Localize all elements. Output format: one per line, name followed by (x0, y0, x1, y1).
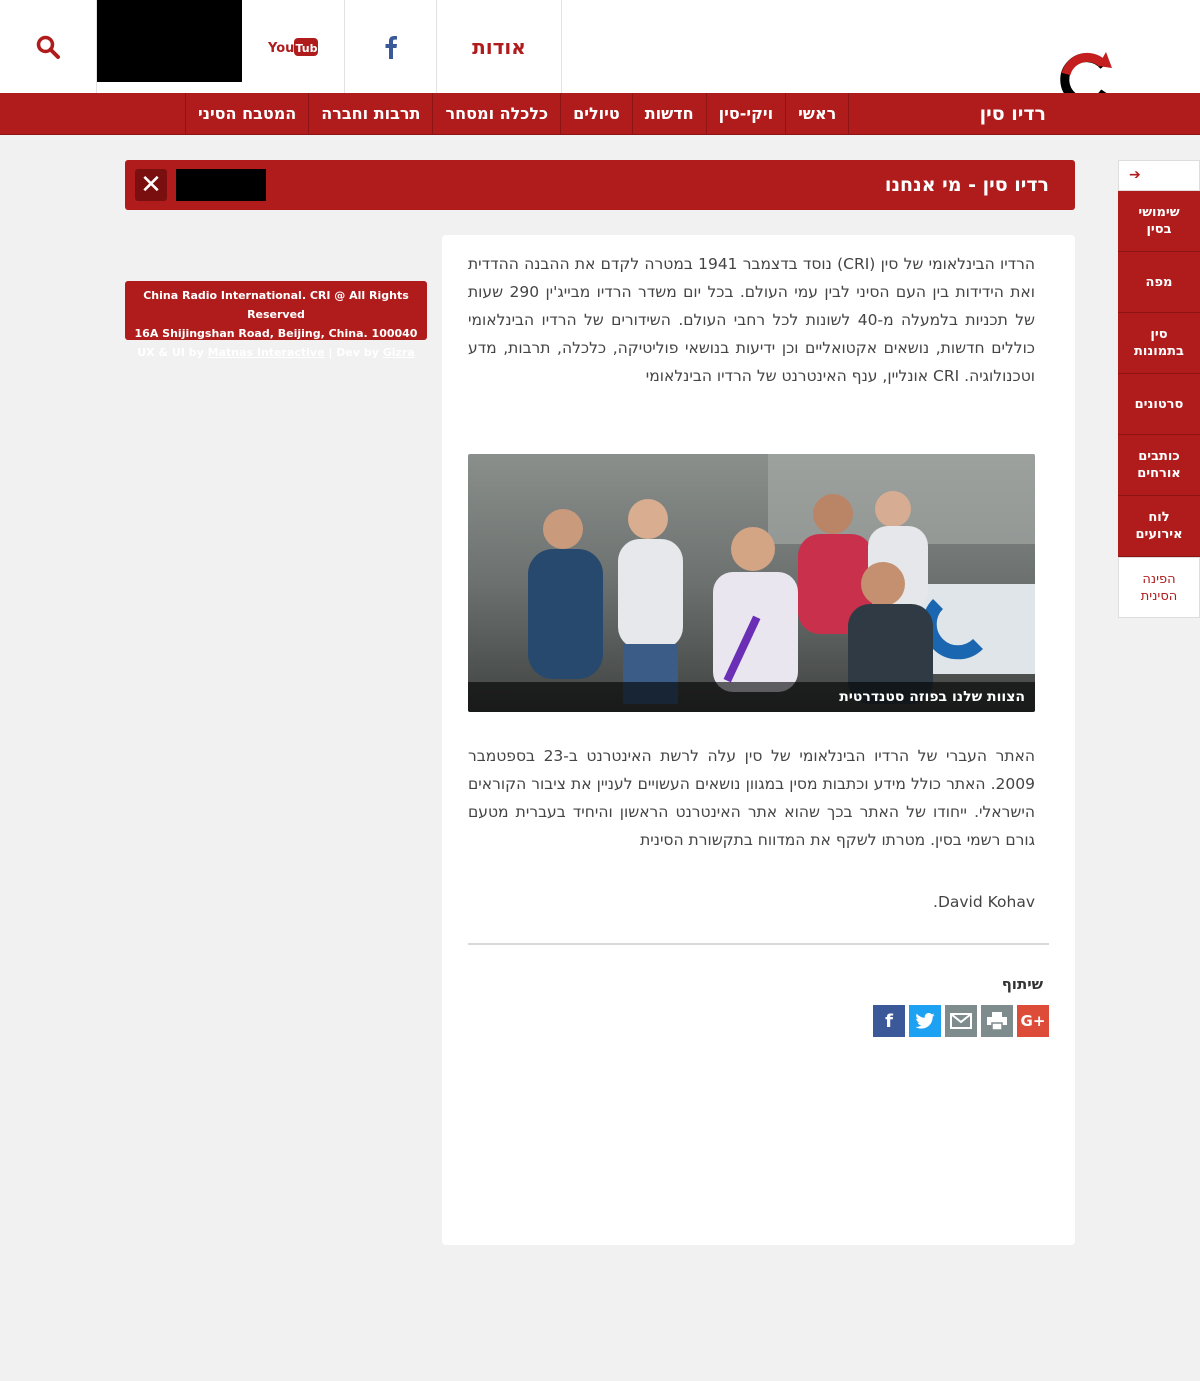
email-icon (950, 1013, 972, 1029)
facebook-icon (385, 35, 397, 59)
redacted-block (97, 0, 242, 82)
side-item-photos[interactable]: סין בתמונות (1118, 313, 1200, 374)
top-bar: You Tube אודות (0, 0, 1200, 107)
share-label: שיתוף (1001, 975, 1043, 993)
side-menu-toggle[interactable]: ➔ (1118, 160, 1200, 191)
facebook-link[interactable] (345, 0, 437, 93)
credits-line3: UX & UI by Matnas Interactive | Dev by G… (125, 343, 427, 362)
credits-prefix: UX & UI by (137, 346, 208, 359)
share-email-button[interactable] (945, 1005, 977, 1037)
page-title-bar: רדיו סין - מי אנחנו ✕ (125, 160, 1075, 210)
side-item-guest-writers[interactable]: כותבים אורחים (1118, 435, 1200, 496)
print-icon (987, 1012, 1007, 1030)
nav-item-home[interactable]: ראשי (785, 93, 850, 135)
arrow-right-icon: ➔ (1129, 167, 1141, 183)
redacted-block (176, 169, 266, 201)
svg-text:You: You (268, 41, 294, 56)
team-photo-image (468, 454, 1035, 712)
nav-item-economy[interactable]: כלכלה ומסחר (432, 93, 560, 135)
about-site-paragraph: האתר העברי של הרדיו הבינלאומי של סין עלה… (468, 747, 1035, 849)
team-photo: הצוות שלנו בפוזה סטנדרטית (468, 454, 1035, 712)
side-item-chinese-corner[interactable]: הפינה הסינית (1118, 557, 1200, 618)
youtube-link[interactable]: You Tube (242, 0, 345, 93)
svg-text:Tube: Tube (296, 42, 319, 55)
youtube-icon: You Tube (268, 37, 319, 56)
photo-caption: הצוות שלנו בפוזה סטנדרטית (468, 682, 1035, 712)
credits-mid: | Dev by (324, 346, 383, 359)
nav-item-culture[interactable]: תרבות וחברה (308, 93, 432, 135)
gizra-link[interactable]: Gizra (383, 346, 415, 359)
share-twitter-button[interactable] (909, 1005, 941, 1037)
nav-item-trips[interactable]: טיולים (560, 93, 632, 135)
side-item-events[interactable]: לוח אירועים (1118, 496, 1200, 557)
intro-paragraph: הרדיו הבינלאומי של סין (CRI) נוסד בדצמבר… (468, 255, 1036, 385)
twitter-icon (915, 1013, 935, 1029)
share-facebook-button[interactable]: f (873, 1005, 905, 1037)
share-buttons: f G+ (873, 1005, 1049, 1037)
close-icon: ✕ (140, 170, 162, 200)
credits-line2: 16A Shijingshan Road, Beijing, China. 10… (134, 327, 418, 340)
share-print-button[interactable] (981, 1005, 1013, 1037)
side-menu: ➔ שימושי בסין מפה סין בתמונות סרטונים כו… (1118, 160, 1200, 618)
google-plus-icon: G+ (1020, 1012, 1046, 1030)
side-item-videos[interactable]: סרטונים (1118, 374, 1200, 435)
facebook-icon: f (885, 1010, 893, 1032)
content-card: הרדיו הבינלאומי של סין (CRI) נוסד בדצמבר… (442, 235, 1075, 1245)
nav-list: ראשי ויקי-סין חדשות טיולים כלכלה ומסחר ת… (185, 93, 850, 135)
about-link[interactable]: אודות (437, 0, 562, 93)
divider (468, 943, 1049, 945)
side-item-useful[interactable]: שימושי בסין (1118, 191, 1200, 252)
side-item-map[interactable]: מפה (1118, 252, 1200, 313)
share-gplus-button[interactable]: G+ (1017, 1005, 1049, 1037)
nav-item-kitchen[interactable]: המטבח הסיני (185, 93, 308, 135)
site-title[interactable]: רדיו סין (980, 93, 1046, 135)
nav-item-wiki[interactable]: ויקי-סין (705, 93, 785, 135)
credits-box: China Radio International. CRI @ All Rig… (125, 281, 427, 359)
search-icon (36, 35, 60, 59)
credits-line1: China Radio International. CRI @ All Rig… (143, 289, 409, 321)
about-label: אודות (472, 34, 526, 59)
matnas-link[interactable]: Matnas Interactive (208, 346, 325, 359)
author-signature: David Kohav. (933, 893, 1035, 911)
search-button[interactable] (0, 0, 97, 93)
page-title: רדיו סין - מי אנחנו (884, 174, 1049, 196)
close-button[interactable]: ✕ (135, 169, 167, 201)
main-nav: רדיו סין ראשי ויקי-סין חדשות טיולים כלכל… (0, 93, 1200, 135)
nav-item-news[interactable]: חדשות (631, 93, 706, 135)
